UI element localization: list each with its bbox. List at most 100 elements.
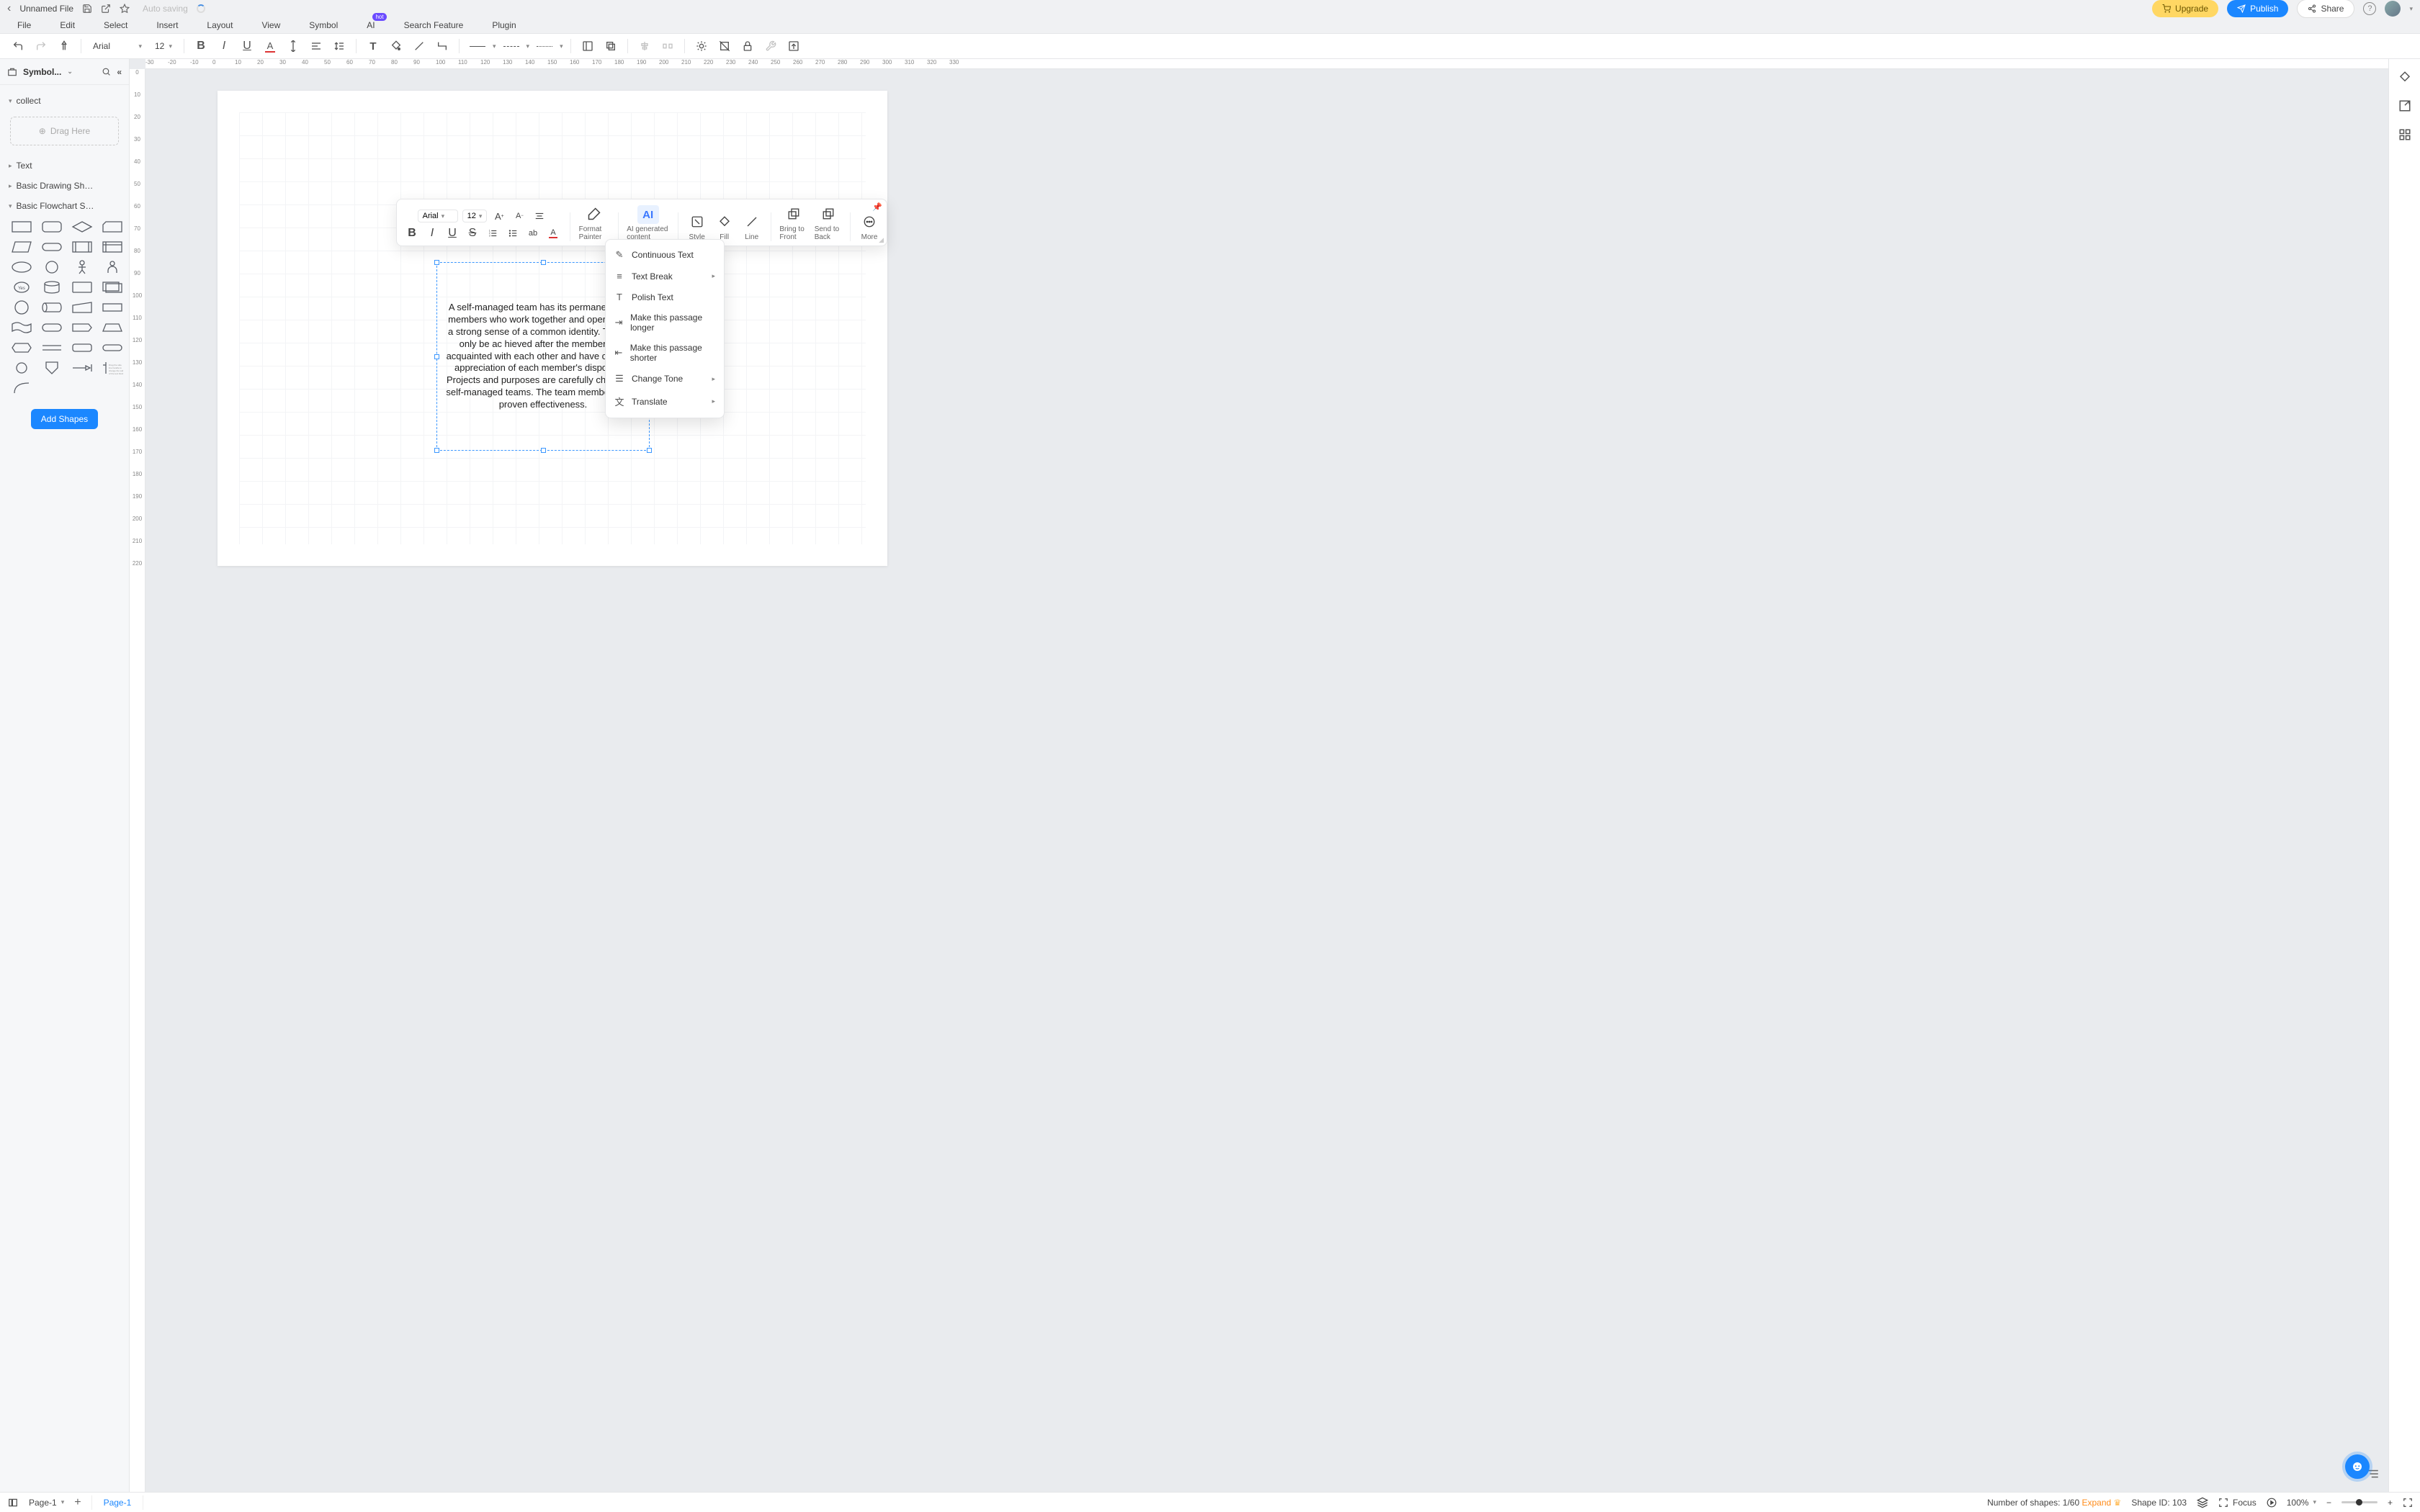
- shape-actor[interactable]: [69, 259, 95, 275]
- grid-panel-icon[interactable]: [2397, 127, 2413, 143]
- shape-wave[interactable]: [9, 320, 35, 336]
- publish-button[interactable]: Publish: [2227, 0, 2288, 17]
- line-weight-select[interactable]: [534, 37, 555, 55]
- zoom-in-icon[interactable]: +: [2388, 1498, 2393, 1508]
- shape-trapezoid[interactable]: [99, 320, 125, 336]
- font-select[interactable]: Arial▾: [89, 39, 146, 53]
- shape-yes-circle[interactable]: Yes: [9, 279, 35, 295]
- ft-underline-icon[interactable]: U: [444, 225, 460, 241]
- resize-handle-ml[interactable]: [434, 354, 439, 359]
- shape-stacked[interactable]: [99, 279, 125, 295]
- add-shapes-button[interactable]: Add Shapes: [31, 409, 98, 429]
- tools-icon[interactable]: [761, 37, 780, 55]
- drag-here-zone[interactable]: ⊕Drag Here: [10, 117, 119, 145]
- ft-more-group[interactable]: More: [859, 212, 879, 241]
- ft-font-size-select[interactable]: 12▾: [462, 210, 488, 222]
- menu-edit[interactable]: Edit: [60, 20, 75, 30]
- redo-icon[interactable]: [32, 37, 50, 55]
- ft-font-select[interactable]: Arial▾: [418, 210, 458, 222]
- zoom-slider[interactable]: [2341, 1501, 2378, 1503]
- shape-arrow-node[interactable]: [69, 360, 95, 376]
- align-icon[interactable]: [307, 37, 326, 55]
- line-dashed-select[interactable]: [501, 37, 522, 55]
- ai-continuous-text[interactable]: ✎Continuous Text: [606, 244, 724, 266]
- menu-symbol[interactable]: Symbol: [309, 20, 338, 30]
- ft-strike-icon[interactable]: S: [465, 225, 480, 241]
- focus-button[interactable]: Focus: [2218, 1498, 2257, 1508]
- sidebar-group-basic-drawing[interactable]: ▸Basic Drawing Sh…: [6, 176, 123, 196]
- export-icon[interactable]: [784, 37, 803, 55]
- share-button[interactable]: Share: [2297, 0, 2354, 18]
- ai-make-shorter[interactable]: ⇤Make this passage shorter: [606, 338, 724, 368]
- menu-file[interactable]: File: [17, 20, 31, 30]
- bold-icon[interactable]: B: [192, 37, 210, 55]
- text-height-icon[interactable]: [284, 37, 302, 55]
- italic-icon[interactable]: I: [215, 37, 233, 55]
- menu-select[interactable]: Select: [104, 20, 127, 30]
- ai-make-longer[interactable]: ⇥Make this passage longer: [606, 307, 724, 338]
- zoom-slider-knob[interactable]: [2356, 1499, 2362, 1506]
- effects-icon[interactable]: [692, 37, 711, 55]
- add-page-icon[interactable]: +: [74, 1496, 81, 1509]
- chat-bubble-icon[interactable]: [2345, 1454, 2370, 1479]
- align-objects-icon[interactable]: [635, 37, 654, 55]
- pin-icon[interactable]: 📌: [872, 202, 882, 212]
- shape-tag[interactable]: [69, 320, 95, 336]
- ft-bold-icon[interactable]: B: [404, 225, 420, 241]
- decrease-font-icon[interactable]: A−: [511, 208, 527, 224]
- upgrade-button[interactable]: Upgrade: [2152, 0, 2218, 17]
- menu-layout[interactable]: Layout: [207, 20, 233, 30]
- format-panel-icon[interactable]: [2397, 69, 2413, 85]
- shape-big-circle[interactable]: [9, 300, 35, 315]
- filename[interactable]: Unnamed File: [19, 4, 73, 14]
- distribute-icon[interactable]: [658, 37, 677, 55]
- menu-insert[interactable]: Insert: [156, 20, 178, 30]
- ft-bullet-list-icon[interactable]: [505, 225, 521, 241]
- shape-shield[interactable]: [39, 360, 65, 376]
- shape-circle[interactable]: [39, 259, 65, 275]
- sidebar-title-caret-icon[interactable]: ⌄: [67, 68, 73, 76]
- avatar-caret-icon[interactable]: ▾: [2409, 5, 2413, 13]
- ft-front-group[interactable]: Bring to Front: [779, 204, 807, 241]
- shape-terminator[interactable]: [39, 239, 65, 255]
- lock-icon[interactable]: [738, 37, 757, 55]
- ft-case-icon[interactable]: ab: [525, 225, 541, 241]
- shape-rect2[interactable]: [99, 300, 125, 315]
- help-icon[interactable]: ?: [2363, 2, 2376, 15]
- text-color-icon[interactable]: A: [261, 37, 279, 55]
- ft-ai-group[interactable]: AI AI generated content: [627, 205, 669, 241]
- search-icon[interactable]: [102, 67, 111, 76]
- ai-change-tone[interactable]: ☰Change Tone▸: [606, 368, 724, 390]
- shape-internal-storage[interactable]: [99, 239, 125, 255]
- page-tab[interactable]: Page-1: [91, 1495, 144, 1510]
- page-layout-icon[interactable]: [578, 37, 597, 55]
- shape-pill[interactable]: [99, 340, 125, 356]
- resize-handle-bm[interactable]: [541, 448, 546, 453]
- shape-annotation[interactable]: Drag the sideline handle tochange the wi…: [99, 360, 125, 376]
- menu-view[interactable]: View: [261, 20, 280, 30]
- sidebar-group-basic-flowchart[interactable]: ▾Basic Flowchart S…: [6, 196, 123, 216]
- format-painter-icon[interactable]: [55, 37, 73, 55]
- shape-small-circle[interactable]: [9, 360, 35, 376]
- shape-rect[interactable]: [9, 219, 35, 235]
- shape-predefined[interactable]: [69, 239, 95, 255]
- shape-cylinder-h[interactable]: [39, 300, 65, 315]
- insert-panel-icon[interactable]: [2397, 98, 2413, 114]
- open-external-icon[interactable]: [101, 4, 111, 14]
- drag-corner-icon[interactable]: ◢: [879, 236, 884, 244]
- sidebar-group-collect[interactable]: ▾collect: [6, 91, 123, 111]
- canvas[interactable]: A self-managed team has its permanent te…: [145, 69, 2388, 1492]
- shape-hexagon[interactable]: [9, 340, 35, 356]
- zoom-out-icon[interactable]: −: [2326, 1498, 2331, 1508]
- ft-fill-group[interactable]: Fill: [714, 212, 735, 241]
- crop-icon[interactable]: [715, 37, 734, 55]
- ai-polish-text[interactable]: TPolish Text: [606, 287, 724, 307]
- undo-icon[interactable]: [9, 37, 27, 55]
- increase-font-icon[interactable]: A+: [491, 208, 507, 224]
- page-select[interactable]: Page-1 ▾: [29, 1498, 64, 1508]
- expand-link[interactable]: Expand: [2082, 1498, 2112, 1508]
- ft-back-group[interactable]: Send to Back: [815, 204, 842, 241]
- resize-handle-br[interactable]: [647, 448, 652, 453]
- resize-handle-tl[interactable]: [434, 260, 439, 265]
- shape-ellipse[interactable]: [9, 259, 35, 275]
